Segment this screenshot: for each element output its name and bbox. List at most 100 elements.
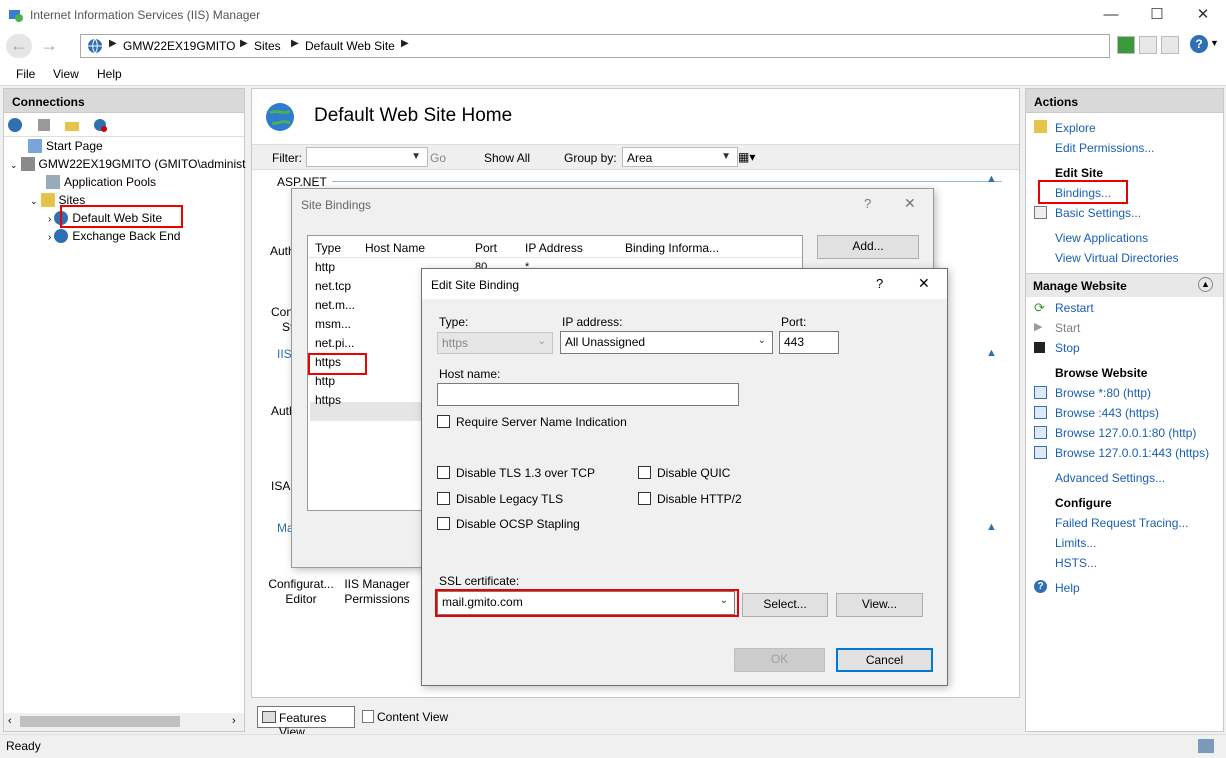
group-by-select[interactable]: Area ▼ — [622, 147, 738, 167]
action-explore[interactable]: Explore — [1055, 121, 1096, 135]
window-title: Internet Information Services (IIS) Mana… — [30, 8, 261, 22]
minimize-button[interactable]: — — [1088, 0, 1134, 30]
config-editor-feature[interactable]: Configurat... Editor — [266, 577, 336, 607]
collapse-icon[interactable]: ▲ — [1198, 277, 1213, 292]
up-folder-icon[interactable] — [64, 117, 80, 133]
address-bar[interactable]: ▶ GMW22EX19GMITO ▶ Sites ▶ Default Web S… — [80, 34, 1110, 58]
website-globe-icon — [54, 229, 69, 243]
action-view-vdirs[interactable]: View Virtual Directories — [1055, 251, 1179, 265]
column-type[interactable]: Type — [315, 241, 341, 255]
action-failed-tracing[interactable]: Failed Request Tracing... — [1055, 516, 1188, 530]
iis-permissions-feature[interactable]: IIS Manager Permissions — [342, 577, 412, 607]
action-view-applications[interactable]: View Applications — [1055, 231, 1148, 245]
forward-button[interactable]: → — [36, 34, 62, 58]
disable-quic-checkbox[interactable]: Disable QUIC — [638, 466, 730, 480]
close-window-button[interactable]: ✕ — [1180, 0, 1226, 30]
menu-view[interactable]: View — [53, 67, 79, 81]
features-view-tab[interactable]: Features View — [257, 706, 355, 739]
binding-row-type[interactable]: msm... — [315, 317, 351, 331]
close-dialog-button[interactable]: ✕ — [904, 195, 916, 212]
collapse-icon[interactable]: ▲ — [986, 173, 997, 185]
features-view-icon — [262, 711, 276, 723]
action-hsts[interactable]: HSTS... — [1055, 556, 1097, 570]
help-button[interactable]: ? — [876, 276, 883, 291]
action-browse-80[interactable]: Browse *:80 (http) — [1055, 386, 1151, 400]
scroll-right-icon: › — [232, 715, 236, 727]
go-button[interactable]: Go — [430, 151, 446, 165]
disconnect-icon[interactable] — [92, 117, 108, 133]
disable-legacy-tls-checkbox[interactable]: Disable Legacy TLS — [437, 492, 563, 506]
actions-header: Actions — [1026, 89, 1223, 113]
binding-row-type[interactable]: https — [315, 393, 341, 407]
close-dialog-button[interactable]: ✕ — [918, 275, 930, 292]
column-port[interactable]: Port — [475, 241, 497, 255]
action-limits[interactable]: Limits... — [1055, 536, 1096, 550]
column-binding-info[interactable]: Binding Informa... — [625, 241, 719, 255]
column-host-name[interactable]: Host Name — [365, 241, 425, 255]
require-sni-checkbox[interactable]: Require Server Name Indication — [437, 415, 627, 429]
help-icon[interactable]: ? — [1190, 35, 1208, 53]
binding-row-type[interactable]: http — [315, 260, 335, 274]
scroll-thumb[interactable] — [20, 716, 180, 727]
action-basic-settings[interactable]: Basic Settings... — [1055, 206, 1141, 220]
show-all-button[interactable]: Show All — [484, 151, 530, 165]
disable-ocsp-checkbox[interactable]: Disable OCSP Stapling — [437, 517, 580, 531]
connect-globe-icon[interactable] — [7, 117, 23, 133]
help-button[interactable]: ? — [864, 196, 871, 211]
action-advanced-settings[interactable]: Advanced Settings... — [1055, 471, 1165, 485]
horizontal-scrollbar[interactable]: ‹ › — [4, 713, 244, 731]
tree-server[interactable]: ⌄ GMW22EX19GMITO (GMITO\administ — [10, 157, 245, 171]
menu-file[interactable]: File — [16, 67, 35, 81]
breadcrumb-default-site[interactable]: Default Web Site — [305, 39, 395, 53]
scroll-left-icon: ‹ — [8, 715, 12, 727]
ip-address-select[interactable]: All Unassigned ⌄ — [560, 331, 773, 354]
maximize-button[interactable]: ☐ — [1134, 0, 1180, 30]
collapse-icon[interactable]: ▲ — [986, 521, 997, 533]
binding-row-type[interactable]: net.tcp — [315, 279, 351, 293]
port-input[interactable]: 443 — [779, 331, 839, 354]
refresh-icon[interactable] — [1117, 36, 1135, 54]
connections-toolbar — [4, 113, 244, 137]
breadcrumb-server[interactable]: GMW22EX19GMITO — [123, 39, 235, 53]
menu-help[interactable]: Help — [97, 67, 122, 81]
view-mode-icon[interactable]: ▦▾ — [738, 150, 755, 164]
chevron-right-icon: › — [48, 214, 52, 225]
view-certificate-button[interactable]: View... — [836, 593, 923, 617]
home-icon[interactable] — [1161, 36, 1179, 54]
tree-exchange-back-end[interactable]: › Exchange Back End — [48, 229, 180, 243]
chevron-down-icon: ⌄ — [757, 335, 766, 346]
save-icon[interactable] — [36, 117, 52, 133]
start-page-icon — [28, 139, 42, 153]
action-browse-local-80[interactable]: Browse 127.0.0.1:80 (http) — [1055, 426, 1196, 440]
binding-row-type[interactable]: net.pi... — [315, 336, 354, 350]
action-help[interactable]: Help — [1055, 581, 1080, 595]
action-edit-permissions[interactable]: Edit Permissions... — [1055, 141, 1154, 155]
collapse-icon[interactable]: ▲ — [986, 347, 997, 359]
binding-row-type[interactable]: net.m... — [315, 298, 355, 312]
action-stop[interactable]: Stop — [1055, 341, 1080, 355]
chevron-down-icon[interactable]: ▼ — [1210, 38, 1219, 48]
action-start: Start — [1055, 321, 1081, 335]
action-browse-443[interactable]: Browse :443 (https) — [1055, 406, 1159, 420]
host-name-input[interactable] — [437, 383, 739, 406]
action-browse-local-443[interactable]: Browse 127.0.0.1:443 (https) — [1055, 446, 1209, 460]
highlight-bindings — [1038, 180, 1128, 204]
chevron-down-icon: ⌄ — [30, 196, 38, 206]
add-binding-button[interactable]: Add... — [817, 235, 919, 259]
filter-input[interactable]: ▼ — [306, 147, 428, 167]
cancel-button[interactable]: Cancel — [836, 648, 933, 672]
action-restart[interactable]: Restart — [1055, 301, 1094, 315]
disable-http2-checkbox[interactable]: Disable HTTP/2 — [638, 492, 742, 506]
column-ip-address[interactable]: IP Address — [525, 241, 583, 255]
edit-site-binding-dialog: Edit Site Binding ? ✕ Type: https ⌄ IP ad… — [421, 268, 948, 686]
back-button[interactable]: ← — [6, 34, 32, 58]
binding-row-type[interactable]: http — [315, 374, 335, 388]
stop-icon[interactable] — [1139, 36, 1157, 54]
type-select: https ⌄ — [437, 332, 553, 354]
select-certificate-button[interactable]: Select... — [742, 593, 828, 617]
tree-start-page[interactable]: Start Page — [28, 139, 103, 153]
content-view-tab[interactable]: Content View — [360, 706, 460, 728]
breadcrumb-sites[interactable]: Sites — [254, 39, 281, 53]
tree-app-pools[interactable]: Application Pools — [46, 175, 156, 189]
disable-tls13-checkbox[interactable]: Disable TLS 1.3 over TCP — [437, 466, 595, 480]
